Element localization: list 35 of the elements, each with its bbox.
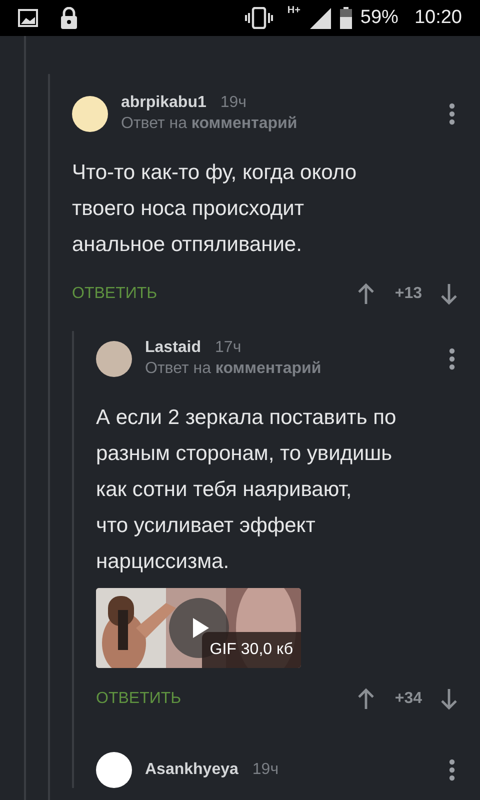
- avatar[interactable]: [96, 340, 132, 376]
- more-icon[interactable]: [448, 759, 456, 781]
- author-name[interactable]: Lastaid: [145, 339, 202, 357]
- upvote-icon[interactable]: [356, 283, 375, 305]
- comment-time: 17ч: [215, 339, 242, 357]
- vibrate-icon: [245, 7, 274, 29]
- image-icon: [18, 9, 38, 27]
- battery-percent: 59%: [360, 7, 398, 29]
- comment-time: 19ч: [252, 761, 279, 779]
- author-name[interactable]: Asankhyeya: [145, 761, 238, 779]
- comment-text: А если 2 зеркала поставить по разным сторонам, то увидишь как сотни тебя наяривают, что усиливает эффект нарциссизма.: [96, 405, 398, 575]
- battery-icon: [340, 7, 352, 29]
- more-icon[interactable]: [448, 348, 456, 370]
- downvote-icon[interactable]: [440, 688, 458, 710]
- vote-score: +34: [394, 690, 422, 708]
- clock: 10:20: [414, 7, 462, 29]
- reply-to-label: Ответ на: [121, 115, 187, 132]
- lock-icon: [60, 7, 78, 29]
- avatar[interactable]: [96, 752, 132, 788]
- reply-to-link[interactable]: комментарий: [191, 115, 298, 132]
- downvote-icon[interactable]: [440, 283, 458, 305]
- reply-button[interactable]: ОТВЕТИТЬ: [96, 690, 357, 708]
- comment-text: Что-то как-то фу, когда около твоего носа происходит анальное отпяливание.: [72, 160, 358, 258]
- reply-to-link[interactable]: комментарий: [215, 360, 322, 377]
- signal-icon: [308, 7, 332, 29]
- upvote-icon[interactable]: [356, 688, 375, 710]
- comment-time: 19ч: [220, 94, 246, 112]
- vote-score: +13: [394, 285, 422, 303]
- more-icon[interactable]: [448, 102, 456, 124]
- gif-size-label: GIF 30,0 кб: [202, 632, 301, 668]
- reply-to-label: Ответ на: [145, 360, 211, 377]
- author-name[interactable]: abrpikabu1: [121, 94, 206, 112]
- reply-button[interactable]: ОТВЕТИТЬ: [72, 285, 357, 303]
- network-type: H+: [287, 5, 300, 16]
- avatar[interactable]: [72, 96, 108, 132]
